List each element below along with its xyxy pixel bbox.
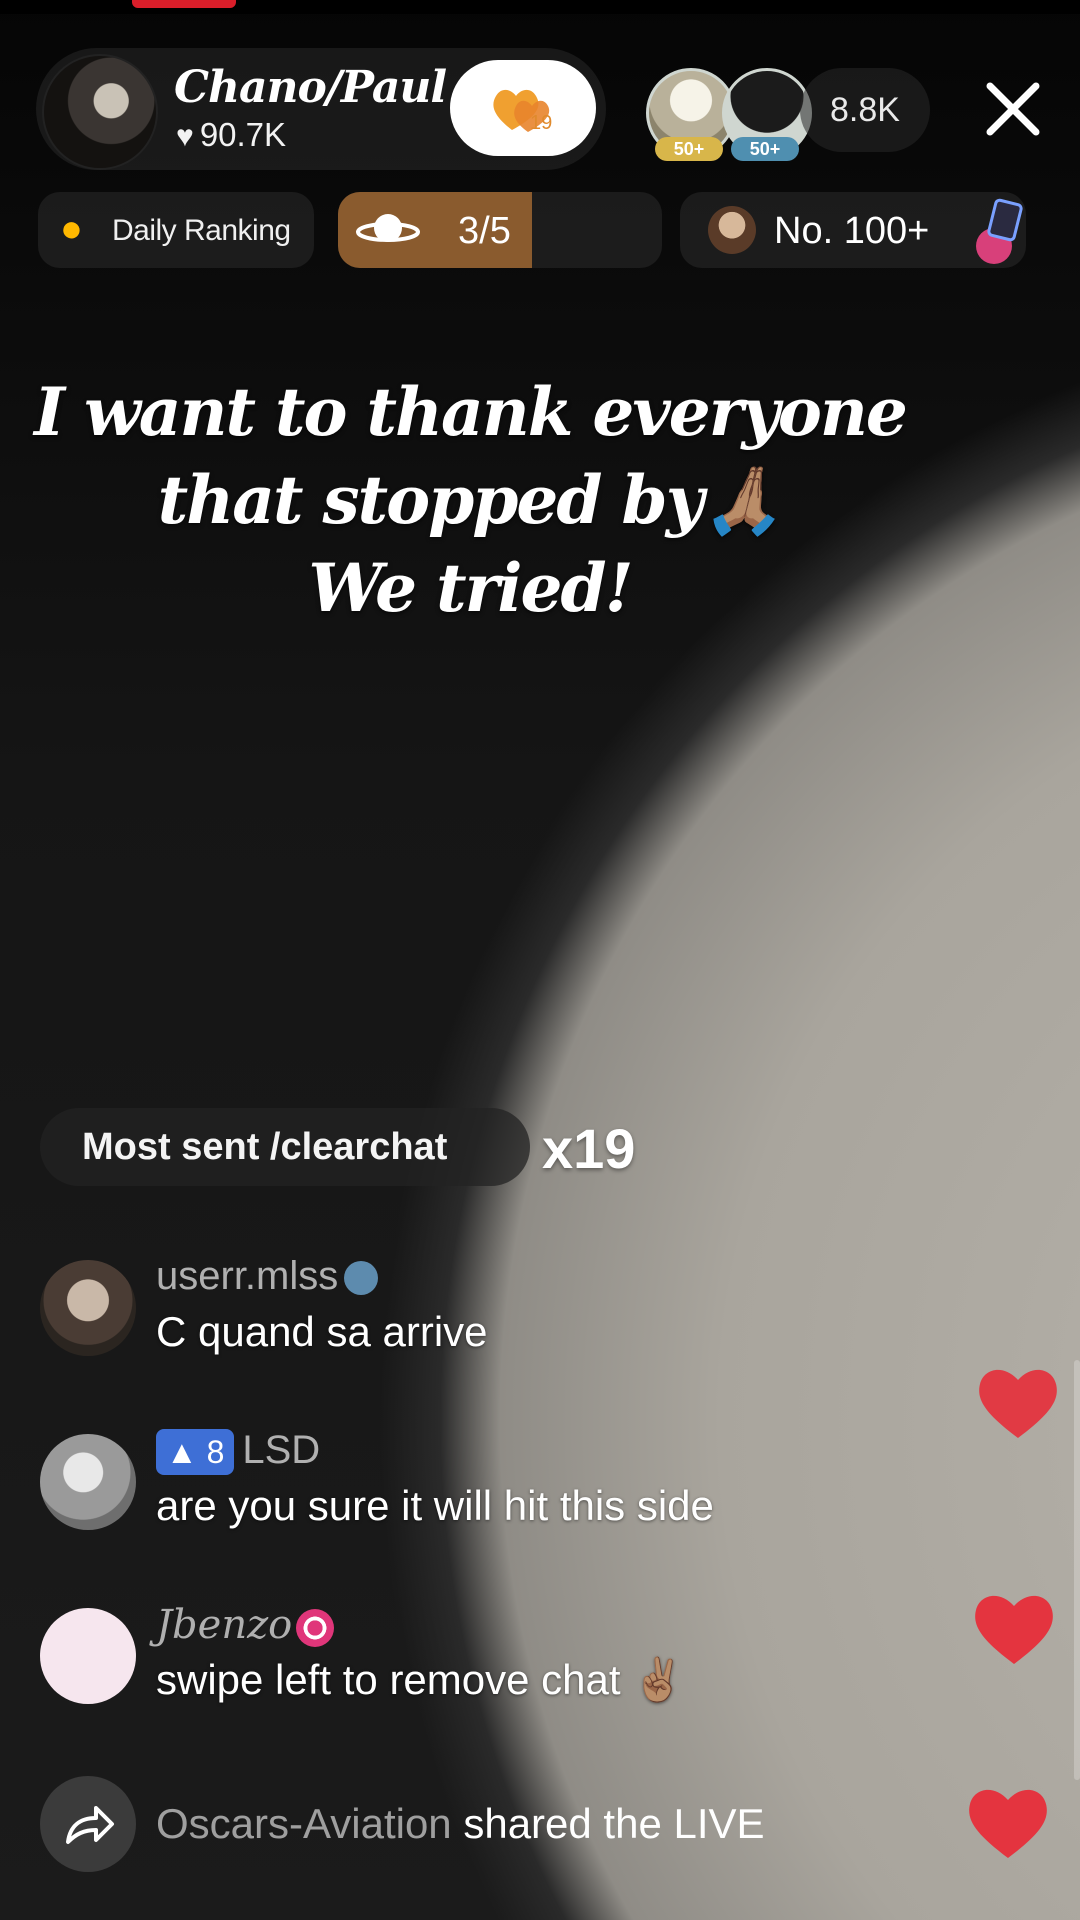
share-text: Oscars-Aviation shared the LIVE [156,1800,765,1848]
heart-icon [969,1789,1047,1858]
viewer-count[interactable]: 8.8K [800,68,930,152]
most-sent-count: x19 [542,1117,636,1180]
rank-position-text: No. 100+ [774,210,930,252]
caption-line-2: that stopped by🙏🏽 [157,461,784,539]
heart-icon: ♥ [176,120,194,153]
viewer-badge: 50+ [731,137,799,161]
progress-pill[interactable]: 3/5 [338,192,662,268]
host-avatar[interactable] [42,54,158,170]
chat-avatar[interactable] [40,1608,136,1704]
chat-message[interactable]: Jbenzo swipe left to remove chat ✌🏽 [40,1602,920,1704]
chat-username-text: Jbenzo [156,1602,293,1648]
host-likes: ♥ 90.7K [176,116,286,154]
level-badge: ▲ 8 [156,1429,235,1476]
heart-icon [979,1369,1057,1438]
daily-ranking-label: Daily Ranking [112,214,291,247]
chat-avatar[interactable] [40,1260,136,1356]
progress-text: 3/5 [458,210,511,252]
chat-scrollbar[interactable] [1074,1360,1080,1780]
fire-icon: ● [60,208,83,250]
follow-gift-count: 19 [530,112,553,134]
host-likes-count: 90.7K [199,116,287,153]
chat-avatar[interactable] [40,1434,136,1530]
rank-position-pill[interactable]: No. 100+ [680,192,1026,268]
chat-username[interactable]: Jbenzo [156,1602,335,1648]
share-action: shared the LIVE [463,1800,765,1847]
level-value: 8 [206,1434,225,1471]
close-icon[interactable] [980,76,1046,142]
host-name[interactable]: Chano/Paul [174,62,447,113]
verified-icon [344,1261,379,1296]
target-icon [296,1609,335,1647]
chat-username[interactable]: userr.mlss [156,1254,379,1299]
chat-message[interactable]: userr.mlss C quand sa arrive [40,1254,920,1356]
status-strip [0,0,1080,14]
share-event: Oscars-Aviation shared the LIVE [40,1776,940,1872]
daily-ranking-pill[interactable]: ● Daily Ranking [38,192,314,268]
stream-caption: I want to thank everyone that stopped by… [30,368,910,632]
share-icon-circle [40,1776,136,1872]
caption-line-3: We tried! [308,549,633,627]
chat-username[interactable]: ▲ 8 LSD [156,1428,321,1476]
live-indicator [132,0,236,8]
ranked-user-avatar [708,206,756,254]
gift-icon[interactable] [966,196,1024,266]
heart-icon [975,1595,1053,1664]
share-username[interactable]: Oscars-Aviation [156,1800,452,1847]
chat-message[interactable]: ▲ 8 LSD are you sure it will hit this sid… [40,1428,920,1530]
chat-username-text: userr.mlss [156,1254,339,1298]
chat-username-text: LSD [242,1428,321,1472]
most-sent-pill[interactable]: Most sent /clearchat [40,1108,530,1186]
chat-text: are you sure it will hit this side [156,1482,714,1529]
viewer-badge: 50+ [655,137,723,161]
chat-text: swipe left to remove chat ✌🏽 [156,1656,685,1703]
share-icon [66,1806,114,1844]
top-viewer-avatar-2[interactable]: 50+ [722,68,812,161]
chat-text: C quand sa arrive [156,1308,488,1355]
caption-line-1: I want to thank everyone [34,373,908,451]
follow-gift-button[interactable]: 19 [450,60,596,156]
